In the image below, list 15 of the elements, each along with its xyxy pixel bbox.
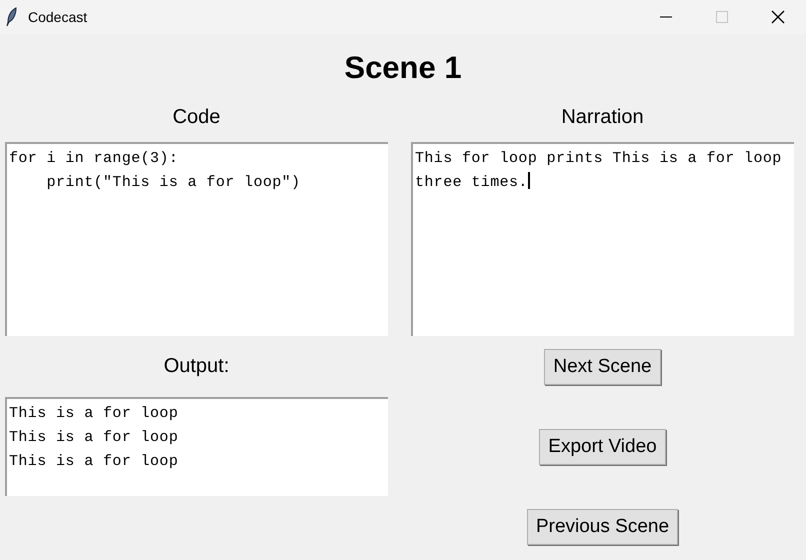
minimize-icon <box>660 16 672 18</box>
narration-field[interactable]: This for loop prints This is a for loop three times. <box>411 142 794 336</box>
code-field[interactable]: for i in range(3): print("This is a for loop") <box>5 142 388 336</box>
scene-button[interactable]: Previous Scene <box>526 509 678 545</box>
code-label: Code <box>172 105 220 130</box>
maximize-icon <box>716 11 728 23</box>
window-title: Codecast <box>28 8 88 26</box>
narration-label: Narration <box>561 105 644 130</box>
scene-heading: Scene 1 <box>344 48 462 87</box>
close-icon <box>771 10 785 24</box>
output-label: Output: <box>164 354 230 379</box>
scene-button[interactable]: Export Video <box>539 429 666 465</box>
scene-button[interactable]: Next Scene <box>544 349 661 385</box>
output-field[interactable]: This is a for loop This is a for loop This is a for loop <box>5 397 388 496</box>
feather-icon <box>6 7 18 27</box>
